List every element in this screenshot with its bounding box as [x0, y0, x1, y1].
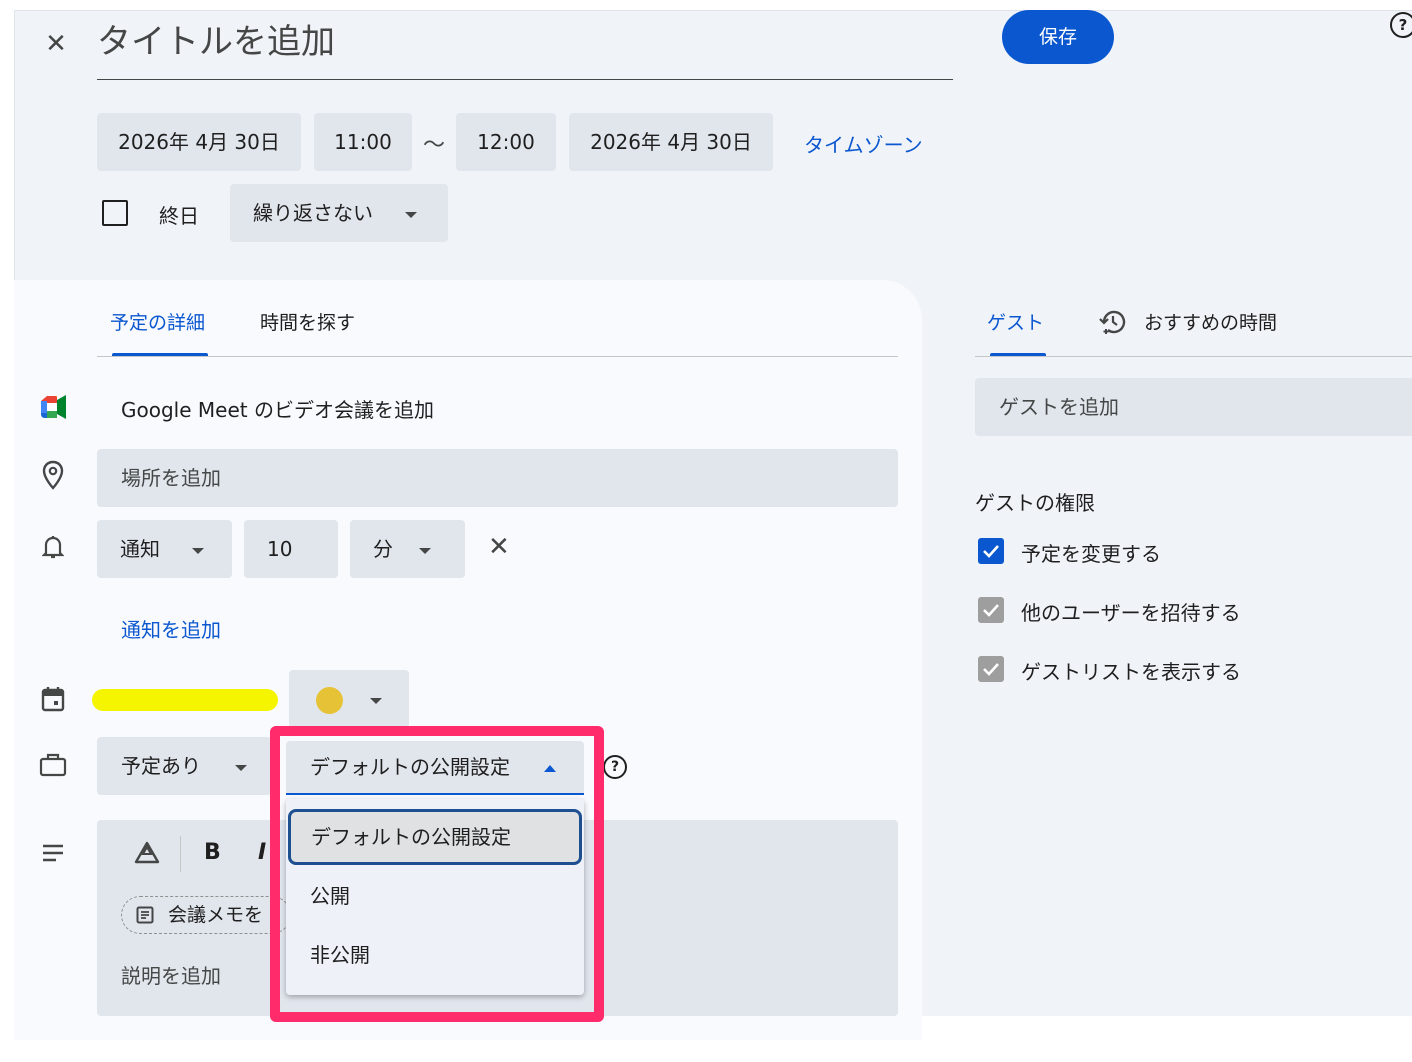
help-icon[interactable]: ? [1390, 12, 1412, 38]
notes-icon [136, 906, 154, 928]
guest-permissions-title: ゲストの権限 [975, 491, 1095, 515]
tab-event-details[interactable]: 予定の詳細 [110, 308, 205, 335]
permission-modify-label: 予定を変更する [1021, 542, 1161, 566]
chevron-down-icon [235, 764, 248, 771]
permission-see-list-label: ゲストリストを表示する [1021, 660, 1241, 684]
title-input[interactable]: タイトルを追加 [97, 18, 953, 80]
chevron-down-icon [192, 547, 205, 554]
annotation-highlight-frame [270, 726, 604, 1022]
tabs-divider [97, 356, 898, 357]
location-pin-icon [38, 460, 68, 490]
close-icon[interactable]: ✕ [40, 28, 72, 60]
timezone-link[interactable]: タイムゾーン [804, 129, 923, 158]
chevron-down-icon [419, 547, 432, 554]
bold-button[interactable]: B [204, 840, 221, 865]
visibility-help-icon[interactable]: ? [603, 755, 627, 779]
bell-icon [38, 532, 68, 562]
tab-guests[interactable]: ゲスト [987, 308, 1044, 335]
notification-unit-dropdown[interactable]: 分 [350, 520, 465, 578]
permission-modify-checkbox[interactable] [978, 538, 1004, 564]
calendar-color-dropdown[interactable] [289, 670, 409, 728]
calendar-name-redacted [92, 689, 278, 711]
permission-invite-checkbox[interactable] [978, 597, 1004, 623]
tab-suggested-times[interactable]: おすすめの時間 [1144, 308, 1277, 335]
chevron-down-icon [405, 211, 418, 218]
permission-see-list-checkbox[interactable] [978, 656, 1004, 682]
busy-value: 予定あり [121, 754, 201, 778]
start-time-chip[interactable]: 11:00 [314, 113, 412, 171]
briefcase-icon [38, 750, 68, 780]
description-placeholder: 説明を追加 [121, 964, 221, 988]
save-button[interactable]: 保存 [1002, 10, 1114, 64]
meet-add-button[interactable]: Google Meet のビデオ会議を追加 [121, 394, 434, 423]
drive-icon[interactable] [132, 838, 162, 868]
notification-unit-value: 分 [373, 537, 393, 561]
allday-label: 終日 [159, 204, 199, 228]
toolbar-divider [180, 836, 181, 872]
end-date-chip[interactable]: 2026年 4月 30日 [569, 113, 773, 171]
calendar-icon [38, 684, 68, 714]
add-notification-link[interactable]: 通知を追加 [121, 614, 221, 643]
allday-checkbox[interactable] [102, 200, 128, 226]
location-input[interactable]: 場所を追加 [97, 449, 898, 507]
tab-find-time[interactable]: 時間を探す [260, 308, 355, 335]
remove-notification-icon[interactable]: ✕ [488, 532, 510, 562]
time-separator: 〜 [423, 133, 446, 158]
right-tabs-divider [975, 356, 1412, 357]
permission-invite-label: 他のユーザーを招待する [1021, 601, 1241, 625]
start-date-chip[interactable]: 2026年 4月 30日 [97, 113, 301, 171]
color-swatch [316, 687, 344, 714]
end-time-chip[interactable]: 12:00 [456, 113, 556, 171]
top-strip [0, 0, 1412, 10]
add-guest-input[interactable]: ゲストを追加 [975, 378, 1412, 436]
notification-amount-input[interactable]: 10 [244, 520, 338, 578]
repeat-value: 繰り返さない [253, 201, 373, 225]
history-clock-icon [1098, 307, 1128, 341]
notification-type-value: 通知 [120, 537, 160, 561]
italic-button[interactable]: I [258, 840, 266, 865]
notification-type-dropdown[interactable]: 通知 [97, 520, 232, 578]
description-icon [38, 838, 68, 868]
busy-dropdown[interactable]: 予定あり [97, 737, 272, 795]
google-meet-icon [38, 392, 68, 422]
meeting-notes-label: 会議メモを [168, 904, 264, 926]
chevron-down-icon [369, 697, 382, 704]
repeat-dropdown[interactable]: 繰り返さない [230, 184, 448, 242]
